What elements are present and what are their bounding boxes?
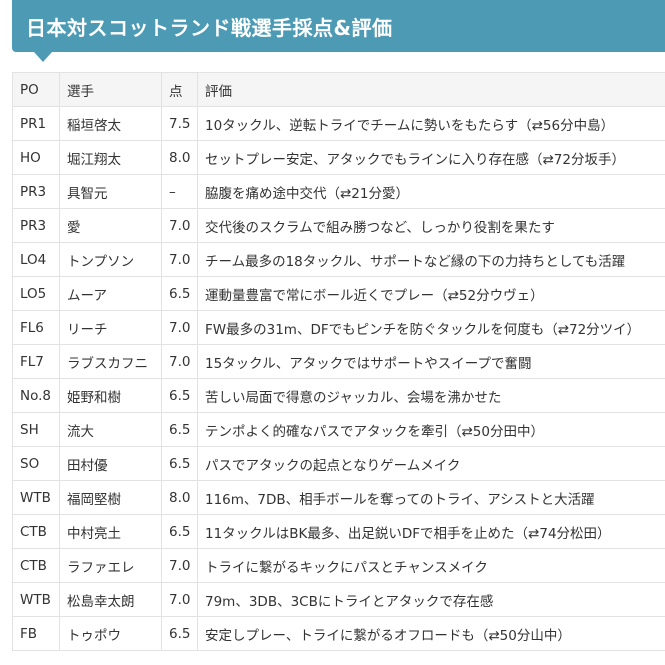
- table-row: CTB ラファエレ 7.0 トライに繋がるキックにパスとチャンスメイク: [12, 548, 665, 583]
- score-cell: –: [161, 174, 198, 209]
- page-title-text: 日本対スコットランド戦選手採点&評価: [26, 15, 393, 40]
- review-cell: 苦しい局面で得意のジャッカル、会場を沸かせた: [197, 378, 665, 413]
- position-cell: PR3: [12, 174, 60, 209]
- ratings-table: PO 選手 点 評価 PR1 稲垣啓太 7.5 10タックル、逆転トライでチームに勢い…: [12, 72, 665, 651]
- position-cell: PR3: [12, 208, 60, 243]
- score-cell: 7.0: [161, 310, 198, 345]
- position-cell: LO5: [12, 276, 60, 311]
- player-cell: 稲垣啓太: [59, 106, 162, 141]
- review-cell: 10タックル、逆転トライでチームに勢いをもたらす（⇄56分中島）: [197, 106, 665, 141]
- table-row: PR3 具智元 – 脇腹を痛め途中交代（⇄21分愛）: [12, 174, 665, 209]
- score-cell: 7.0: [161, 582, 198, 617]
- table-row: SH 流大 6.5 テンポよく的確なパスでアタックを牽引（⇄50分田中）: [12, 412, 665, 447]
- position-cell: WTB: [12, 582, 60, 617]
- score-cell: 7.0: [161, 208, 198, 243]
- position-cell: LO4: [12, 242, 60, 277]
- position-cell: HO: [12, 140, 60, 175]
- table-row: WTB 福岡堅樹 8.0 116m、7DB、相手ボールを奪ってのトライ、アシストと大活…: [12, 480, 665, 515]
- table-row: No.8 姫野和樹 6.5 苦しい局面で得意のジャッカル、会場を沸かせた: [12, 378, 665, 413]
- score-cell: 6.5: [161, 412, 198, 447]
- player-cell: 松島幸太朗: [59, 582, 162, 617]
- review-cell: セットプレー安定、アタックでもラインに入り存在感（⇄72分坂手）: [197, 140, 665, 175]
- review-cell: FW最多の31m、DFでもピンチを防ぐタックルを何度も（⇄72分ツイ）: [197, 310, 665, 345]
- header-position: PO: [12, 72, 60, 107]
- table-row: PR3 愛 7.0 交代後のスクラムで組み勝つなど、しっかり役割を果たす: [12, 208, 665, 243]
- review-cell: チーム最多の18タックル、サポートなど縁の下の力持ちとしても活躍: [197, 242, 665, 277]
- review-cell: 116m、7DB、相手ボールを奪ってのトライ、アシストと大活躍: [197, 480, 665, 515]
- player-cell: リーチ: [59, 310, 162, 345]
- table-row: FL6 リーチ 7.0 FW最多の31m、DFでもピンチを防ぐタックルを何度も（⇄72…: [12, 310, 665, 345]
- score-cell: 7.0: [161, 344, 198, 379]
- review-cell: テンポよく的確なパスでアタックを牽引（⇄50分田中）: [197, 412, 665, 447]
- player-cell: 愛: [59, 208, 162, 243]
- table-row: LO4 トンプソン 7.0 チーム最多の18タックル、サポートなど縁の下の力持ちとして…: [12, 242, 665, 277]
- player-cell: ムーア: [59, 276, 162, 311]
- player-cell: ラブスカフニ: [59, 344, 162, 379]
- table-row: HO 堀江翔太 8.0 セットプレー安定、アタックでもラインに入り存在感（⇄72分坂手…: [12, 140, 665, 175]
- table-row: FB トゥポウ 6.5 安定しプレー、トライに繋がるオフロードも（⇄50分山中）: [12, 616, 665, 651]
- player-cell: 中村亮土: [59, 514, 162, 549]
- score-cell: 7.5: [161, 106, 198, 141]
- player-cell: 福岡堅樹: [59, 480, 162, 515]
- score-cell: 7.0: [161, 242, 198, 277]
- player-cell: 具智元: [59, 174, 162, 209]
- score-cell: 8.0: [161, 480, 198, 515]
- table-row: SO 田村優 6.5 パスでアタックの起点となりゲームメイク: [12, 446, 665, 481]
- table-body: PR1 稲垣啓太 7.5 10タックル、逆転トライでチームに勢いをもたらす（⇄56分中…: [12, 106, 665, 651]
- player-cell: 堀江翔太: [59, 140, 162, 175]
- header-player: 選手: [59, 72, 162, 107]
- player-cell: ラファエレ: [59, 548, 162, 583]
- table-row: LO5 ムーア 6.5 運動量豊富で常にボール近くでプレー（⇄52分ウヴェ）: [12, 276, 665, 311]
- table-row: WTB 松島幸太朗 7.0 79m、3DB、3CBにトライとアタックで存在感: [12, 582, 665, 617]
- position-cell: No.8: [12, 378, 60, 413]
- position-cell: WTB: [12, 480, 60, 515]
- table-row: FL7 ラブスカフニ 7.0 15タックル、アタックではサポートやスイープで奮闘: [12, 344, 665, 379]
- review-cell: 交代後のスクラムで組み勝つなど、しっかり役割を果たす: [197, 208, 665, 243]
- header-review: 評価: [197, 72, 665, 107]
- player-cell: 流大: [59, 412, 162, 447]
- score-cell: 7.0: [161, 548, 198, 583]
- review-cell: 脇腹を痛め途中交代（⇄21分愛）: [197, 174, 665, 209]
- table-header-row: PO 選手 点 評価: [12, 72, 665, 107]
- header-score: 点: [161, 72, 198, 107]
- score-cell: 6.5: [161, 616, 198, 651]
- position-cell: SO: [12, 446, 60, 481]
- review-cell: パスでアタックの起点となりゲームメイク: [197, 446, 665, 481]
- title-pointer: [34, 52, 52, 62]
- score-cell: 6.5: [161, 378, 198, 413]
- review-cell: トライに繋がるキックにパスとチャンスメイク: [197, 548, 665, 583]
- table-row: CTB 中村亮土 6.5 11タックルはBK最多、出足鋭いDFで相手を止めた（⇄74分…: [12, 514, 665, 549]
- review-cell: 11タックルはBK最多、出足鋭いDFで相手を止めた（⇄74分松田）: [197, 514, 665, 549]
- position-cell: FB: [12, 616, 60, 651]
- score-cell: 6.5: [161, 276, 198, 311]
- player-cell: 田村優: [59, 446, 162, 481]
- review-cell: 運動量豊富で常にボール近くでプレー（⇄52分ウヴェ）: [197, 276, 665, 311]
- player-cell: トンプソン: [59, 242, 162, 277]
- score-cell: 6.5: [161, 514, 198, 549]
- page-title: 日本対スコットランド戦選手採点&評価: [12, 0, 665, 52]
- player-cell: トゥポウ: [59, 616, 162, 651]
- table-row: PR1 稲垣啓太 7.5 10タックル、逆転トライでチームに勢いをもたらす（⇄56分中…: [12, 106, 665, 141]
- player-cell: 姫野和樹: [59, 378, 162, 413]
- review-cell: 15タックル、アタックではサポートやスイープで奮闘: [197, 344, 665, 379]
- position-cell: CTB: [12, 514, 60, 549]
- review-cell: 安定しプレー、トライに繋がるオフロードも（⇄50分山中）: [197, 616, 665, 651]
- review-cell: 79m、3DB、3CBにトライとアタックで存在感: [197, 582, 665, 617]
- position-cell: SH: [12, 412, 60, 447]
- position-cell: FL6: [12, 310, 60, 345]
- score-cell: 8.0: [161, 140, 198, 175]
- score-cell: 6.5: [161, 446, 198, 481]
- position-cell: PR1: [12, 106, 60, 141]
- position-cell: FL7: [12, 344, 60, 379]
- position-cell: CTB: [12, 548, 60, 583]
